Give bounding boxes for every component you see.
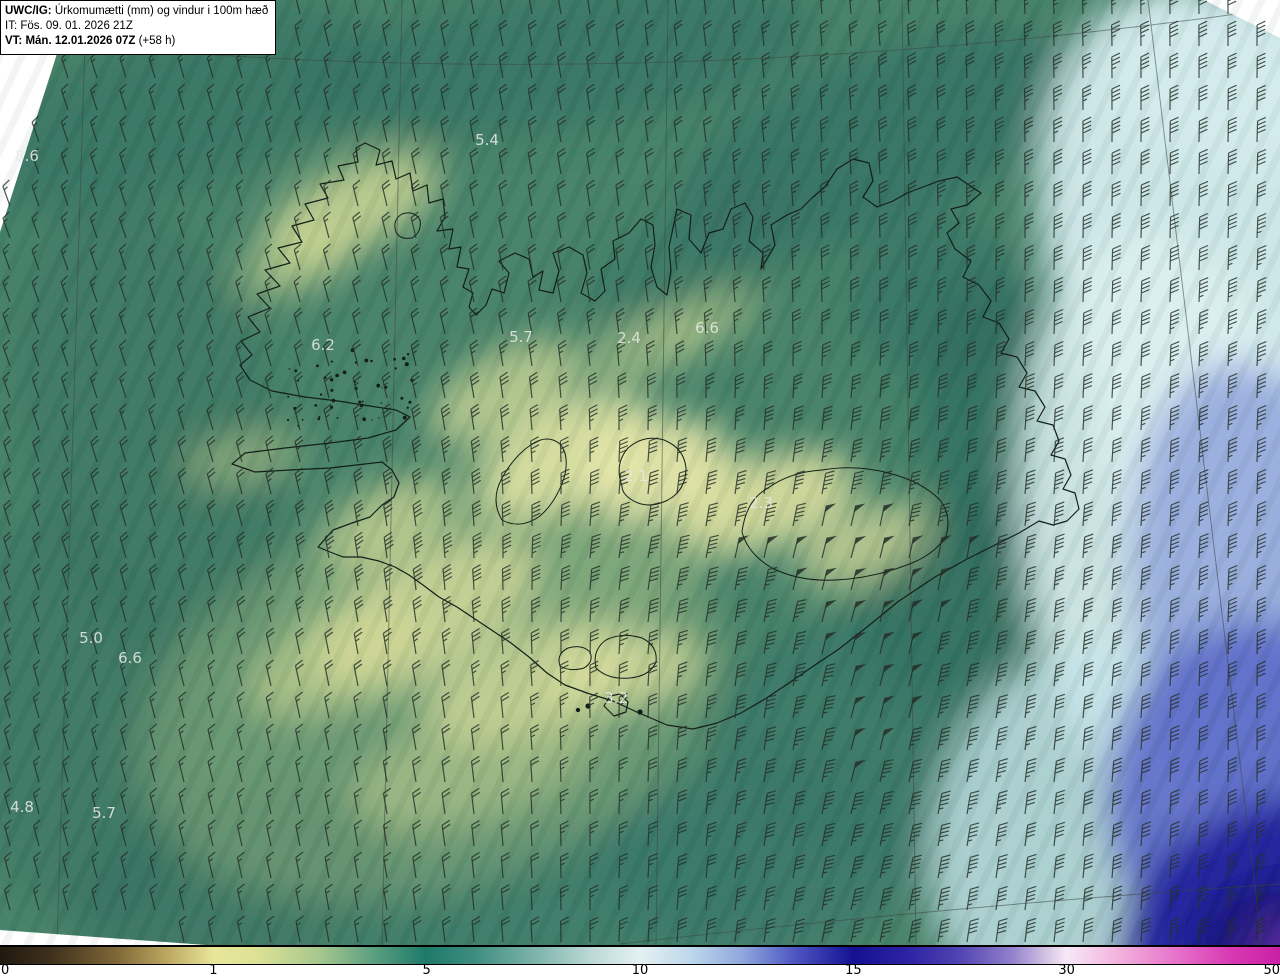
precip-value-label: 5.0: [79, 629, 103, 647]
colorbar-tick-label: 0: [1, 963, 10, 978]
valid-time-offset: (+58 h): [135, 35, 176, 48]
forecast-info-box: UWC/IG: Úrkomumætti (mm) og vindur i 100…: [0, 0, 277, 55]
precip-value-label: 4.8: [10, 798, 34, 816]
precip-value-label: 2.3: [749, 494, 773, 512]
product-title-line: UWC/IG: Úrkomumætti (mm) og vindur i 100…: [5, 4, 268, 19]
precip-value-label: 2.4: [617, 329, 641, 347]
precip-value-label: 6.6: [118, 649, 142, 667]
product-title: Úrkomumætti (mm) og vindur i 100m hæð: [51, 5, 269, 17]
valid-time-line: VT: Mán. 12.01.2026 07Z (+58 h): [5, 34, 268, 49]
valid-time: VT: Mán. 12.01.2026 07Z: [5, 35, 136, 48]
colorbar-tick-label: 15: [845, 963, 862, 978]
precip-value-label: 2.1: [624, 467, 648, 485]
precip-value-label: 6.2: [311, 336, 335, 354]
colorbar-tick-label: 50: [1263, 963, 1280, 978]
precip-value-label: 5.7: [92, 804, 116, 822]
colorbar-tick-label: 5: [422, 963, 431, 978]
colorbar-tick-label: 10: [631, 963, 649, 978]
init-time-line: IT: Fös. 09. 01. 2026 21Z: [5, 20, 133, 33]
precip-value-label: 8.6: [15, 147, 39, 165]
precip-value-label: 5.4: [475, 131, 499, 149]
precip-value-label: 5.7: [509, 328, 533, 346]
precip-value-label: 6.6: [695, 319, 719, 337]
precip-value-label: 3.2: [604, 689, 628, 707]
colorbar-tick-label: 30: [1058, 963, 1075, 978]
map-canvas: 8.6 5.4 6.2 5.7 2.4 6.6 2.1 2.3 5.0 6.6 3.2 4.8 5.7 …: [0, 0, 1280, 947]
weather-map-screen: 8.6 5.4 6.2 5.7 2.4 6.6 2.1 2.3 5.0 6.6 3.2 4.8 5.7 …: [0, 0, 1280, 978]
colorbar-tick-labels: 0 1 5 10 15 30 50: [0, 963, 1280, 978]
colorbar-tick-label: 1: [209, 963, 218, 978]
product-label: UWC/IG:: [5, 5, 52, 17]
